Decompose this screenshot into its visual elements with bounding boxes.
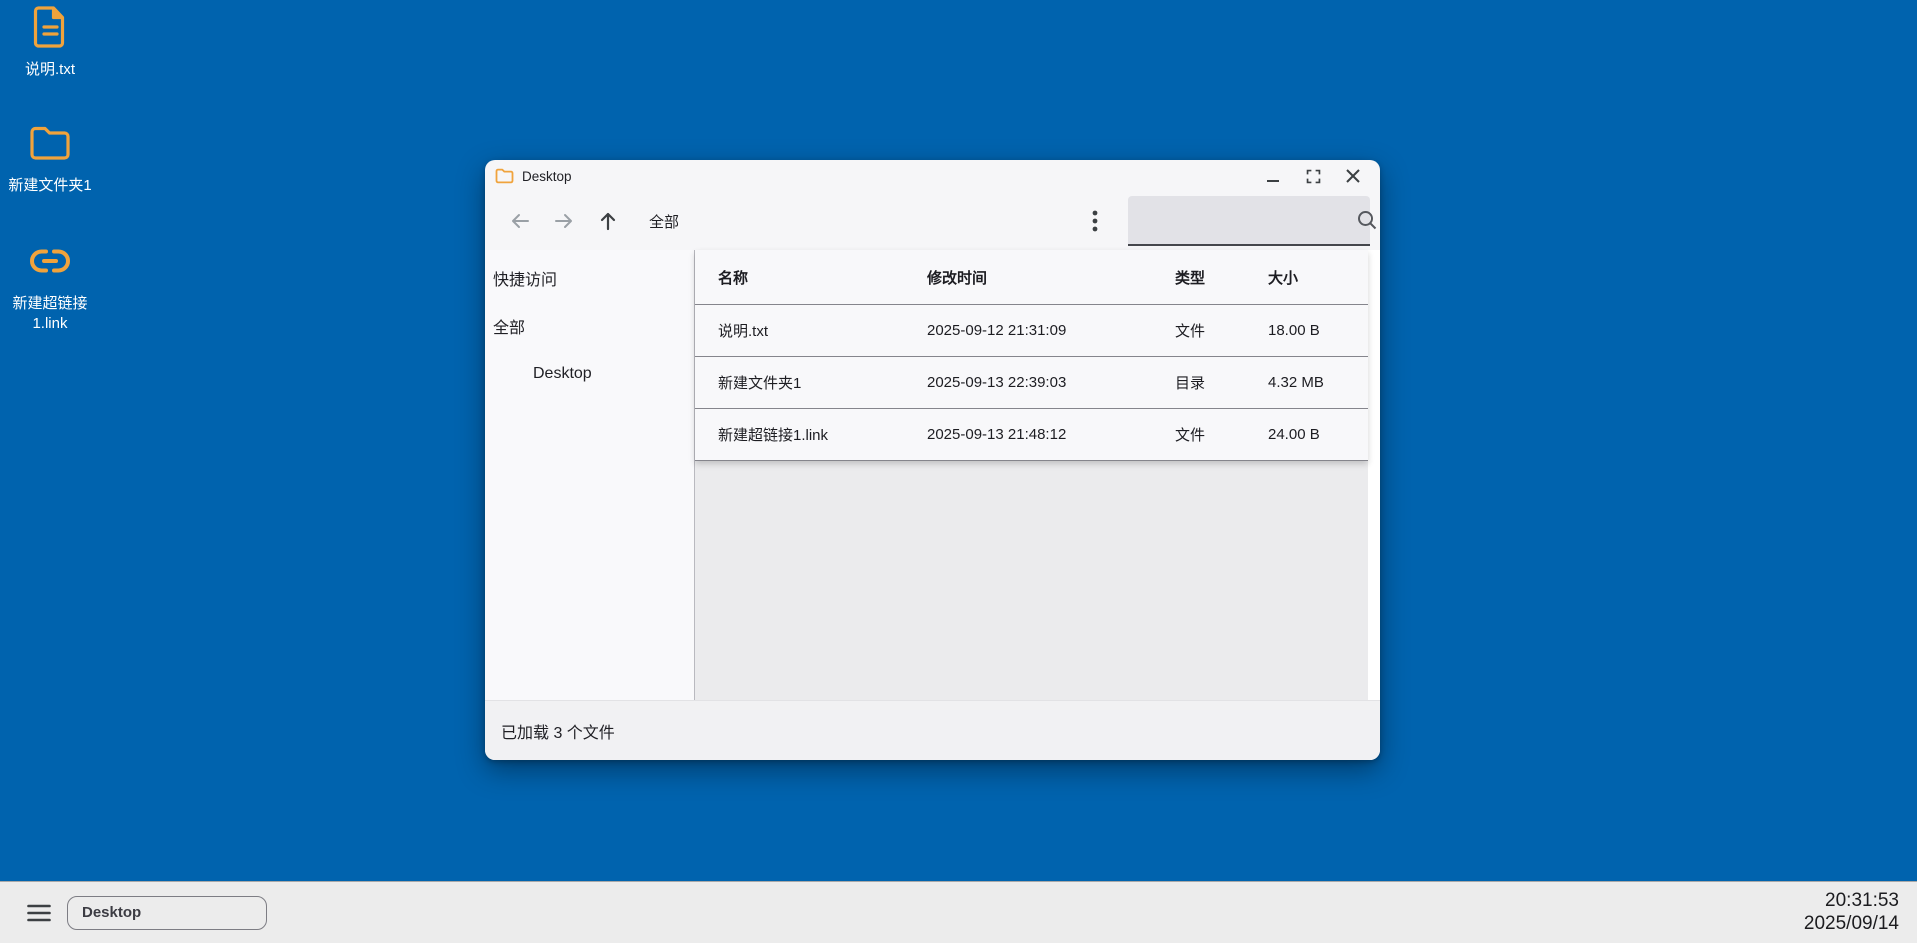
clock-date: 2025/09/14 — [1804, 912, 1899, 935]
desktop-icon-txt[interactable]: 说明.txt — [0, 2, 100, 80]
sidebar-header-quick-access: 快捷访问 — [485, 254, 694, 302]
up-button[interactable] — [595, 208, 621, 234]
desktop-icon-label: 说明.txt — [25, 60, 75, 80]
more-options-button[interactable] — [1080, 206, 1110, 236]
cell-name: 说明.txt — [695, 320, 927, 341]
sidebar: 快捷访问 全部 Desktop — [485, 250, 695, 700]
close-button[interactable] — [1338, 164, 1368, 188]
toolbar: 全部 — [485, 192, 1380, 250]
menu-icon[interactable] — [25, 899, 53, 927]
cell-type: 文件 — [1175, 320, 1268, 341]
search-icon[interactable] — [1347, 209, 1380, 231]
search-input[interactable] — [1128, 196, 1347, 244]
file-manager-window: Desktop — [485, 160, 1380, 760]
cell-modified: 2025-09-13 21:48:12 — [927, 426, 1175, 443]
desktop: 说明.txt 新建文件夹1 新建超链接 1.link — [0, 0, 1917, 943]
folder-icon — [29, 118, 71, 168]
table-header-row: 名称 修改时间 类型 大小 — [695, 250, 1368, 305]
sidebar-item-desktop[interactable]: Desktop — [485, 350, 694, 398]
status-text: 已加载 3 个文件 — [501, 719, 615, 743]
sidebar-item-all[interactable]: 全部 — [485, 302, 694, 350]
desktop-icon-folder[interactable]: 新建文件夹1 — [0, 118, 100, 196]
column-header-modified[interactable]: 修改时间 — [927, 267, 1175, 288]
taskbar: Desktop 20:31:53 2025/09/14 — [0, 881, 1917, 943]
desktop-icon-link[interactable]: 新建超链接 1.link — [0, 236, 100, 334]
search-field — [1128, 196, 1370, 246]
titlebar[interactable]: Desktop — [485, 160, 1380, 192]
breadcrumb[interactable]: 全部 — [649, 211, 679, 232]
window-title: Desktop — [522, 169, 572, 184]
maximize-button[interactable] — [1298, 164, 1328, 188]
minimize-button[interactable] — [1258, 164, 1288, 188]
cell-size: 24.00 B — [1268, 426, 1368, 443]
column-header-name[interactable]: 名称 — [695, 267, 927, 288]
cell-name: 新建文件夹1 — [695, 372, 927, 393]
link-icon — [30, 236, 70, 286]
table-row[interactable]: 新建超链接1.link 2025-09-13 21:48:12 文件 24.00… — [695, 409, 1368, 461]
window-folder-icon — [495, 168, 514, 184]
forward-button[interactable] — [551, 208, 577, 234]
clock-time: 20:31:53 — [1804, 889, 1899, 912]
table-row[interactable]: 新建文件夹1 2025-09-13 22:39:03 目录 4.32 MB — [695, 357, 1368, 409]
taskbar-app-desktop[interactable]: Desktop — [67, 896, 267, 930]
cell-modified: 2025-09-13 22:39:03 — [927, 374, 1175, 391]
statusbar: 已加载 3 个文件 — [485, 700, 1380, 760]
file-list-area: 名称 修改时间 类型 大小 说明.txt 2025-09-12 21:31:09… — [695, 250, 1380, 700]
column-header-size[interactable]: 大小 — [1268, 267, 1368, 288]
cell-type: 文件 — [1175, 424, 1268, 445]
desktop-icon-label: 新建超链接 1.link — [12, 294, 87, 334]
cell-modified: 2025-09-12 21:31:09 — [927, 322, 1175, 339]
taskbar-clock: 20:31:53 2025/09/14 — [1804, 889, 1899, 935]
back-button[interactable] — [507, 208, 533, 234]
column-header-type[interactable]: 类型 — [1175, 267, 1268, 288]
desktop-icon-label: 新建文件夹1 — [8, 176, 91, 196]
cell-name: 新建超链接1.link — [695, 424, 927, 445]
text-file-icon — [32, 2, 69, 52]
cell-size: 4.32 MB — [1268, 374, 1368, 391]
cell-size: 18.00 B — [1268, 322, 1368, 339]
cell-type: 目录 — [1175, 372, 1268, 393]
table-row[interactable]: 说明.txt 2025-09-12 21:31:09 文件 18.00 B — [695, 305, 1368, 357]
scrollbar-gutter[interactable] — [1368, 250, 1380, 700]
file-table: 名称 修改时间 类型 大小 说明.txt 2025-09-12 21:31:09… — [695, 250, 1368, 461]
